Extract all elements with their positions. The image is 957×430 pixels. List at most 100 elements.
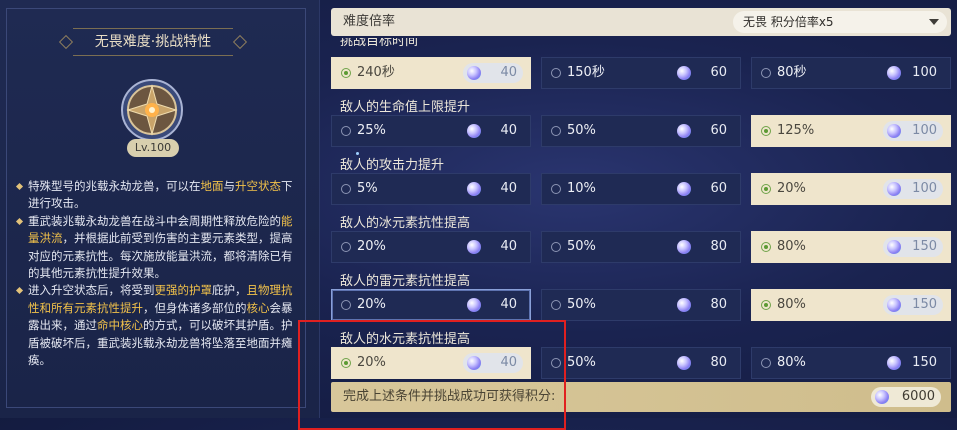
score-pill: 40 bbox=[463, 121, 523, 141]
option-label: 20% bbox=[357, 297, 386, 312]
option-label: 20% bbox=[777, 181, 806, 196]
points-gem-icon bbox=[887, 298, 901, 312]
score-pill: 80 bbox=[673, 237, 733, 257]
score-pill: 150 bbox=[883, 353, 943, 373]
option-score: 60 bbox=[710, 65, 727, 80]
option-label: 5% bbox=[357, 181, 378, 196]
points-gem-icon bbox=[887, 240, 901, 254]
option-button[interactable]: 150秒 60 bbox=[541, 57, 741, 89]
highlight-text: 地面 bbox=[200, 179, 224, 193]
total-score: 6000 bbox=[901, 389, 935, 404]
highlight-text: 升空状态 bbox=[235, 179, 281, 193]
trait-text: 与 bbox=[223, 179, 236, 193]
highlight-text: 更强的护罩 bbox=[154, 283, 213, 298]
option-label: 25% bbox=[357, 123, 386, 138]
radio-unchecked-icon bbox=[551, 126, 561, 136]
option-button[interactable]: 20% 40 bbox=[331, 231, 531, 263]
option-score: 60 bbox=[710, 123, 727, 138]
option-button[interactable]: 80秒 100 bbox=[751, 57, 951, 89]
option-label: 80% bbox=[777, 355, 806, 370]
option-score: 150 bbox=[912, 355, 937, 370]
points-gem-icon bbox=[677, 182, 691, 196]
radio-unchecked-icon bbox=[341, 126, 351, 136]
option-button[interactable]: 80% 150 bbox=[751, 347, 951, 379]
option-label: 50% bbox=[567, 355, 596, 370]
trait-text: 重武装兆载永劫龙兽在战斗中会周期性释放危险的 bbox=[28, 213, 281, 228]
radio-checked-icon bbox=[341, 68, 351, 78]
score-pill: 100 bbox=[883, 179, 943, 199]
option-button[interactable]: 50% 80 bbox=[541, 289, 741, 321]
option-score: 60 bbox=[710, 181, 727, 196]
radio-checked-icon bbox=[761, 300, 771, 310]
option-button[interactable]: 10% 60 bbox=[541, 173, 741, 205]
option-label: 50% bbox=[567, 123, 596, 138]
points-gem-icon bbox=[467, 182, 481, 196]
difficulty-bar: 难度倍率 无畏 积分倍率x5 bbox=[331, 8, 951, 36]
option-button[interactable]: 50% 60 bbox=[541, 115, 741, 147]
radio-checked-icon bbox=[761, 184, 771, 194]
score-pill: 40 bbox=[463, 295, 523, 315]
radio-unchecked-icon bbox=[551, 184, 561, 194]
level-badge: Lv.100 bbox=[127, 139, 179, 157]
option-button[interactable]: 5% 40 bbox=[331, 173, 531, 205]
section-label: 挑战目标时间 bbox=[340, 38, 418, 50]
trait-paragraph: 重武装兆载永劫龙兽在战斗中会周期性释放危险的能量洪流，并根据此前受到伤害的主要元… bbox=[16, 213, 300, 283]
points-gem-icon bbox=[677, 356, 691, 370]
points-gem-icon bbox=[887, 182, 901, 196]
points-gem-icon bbox=[677, 66, 691, 80]
option-button[interactable]: 50% 80 bbox=[541, 231, 741, 263]
score-pill: 80 bbox=[673, 353, 733, 373]
trait-panel: 无畏难度·挑战特性 Lv.100 特殊型号的兆载永劫龙兽，可以在地面与升空状态下… bbox=[0, 0, 320, 418]
points-gem-icon bbox=[467, 66, 481, 80]
option-score: 150 bbox=[912, 297, 937, 312]
radio-checked-icon bbox=[761, 242, 771, 252]
option-label: 20% bbox=[357, 239, 386, 254]
option-label: 50% bbox=[567, 297, 596, 312]
highlight-box bbox=[298, 320, 566, 430]
trait-description: 特殊型号的兆载永劫龙兽，可以在地面与升空状态下进行攻击。 重武装兆载永劫龙兽在战斗… bbox=[16, 178, 300, 369]
radio-unchecked-icon bbox=[761, 68, 771, 78]
option-button[interactable]: 125% 100 bbox=[751, 115, 951, 147]
score-pill: 100 bbox=[883, 121, 943, 141]
section-label: 敌人的生命值上限提升 bbox=[340, 100, 471, 115]
difficulty-label: 难度倍率 bbox=[343, 14, 396, 29]
radio-checked-icon bbox=[761, 126, 771, 136]
option-button[interactable]: 240秒 40 bbox=[331, 57, 531, 89]
score-pill: 150 bbox=[883, 295, 943, 315]
option-score: 100 bbox=[912, 65, 937, 80]
option-label: 80% bbox=[777, 297, 806, 312]
option-button[interactable]: 80% 150 bbox=[751, 289, 951, 321]
option-score: 40 bbox=[500, 123, 517, 138]
points-gem-icon bbox=[875, 390, 889, 404]
highlight-text: 核心 bbox=[246, 300, 270, 315]
trait-text: 进入升空状态后，将受到 bbox=[28, 283, 155, 298]
option-score: 40 bbox=[500, 239, 517, 254]
points-gem-icon bbox=[677, 124, 691, 138]
points-gem-icon bbox=[677, 298, 691, 312]
option-button[interactable]: 20% 40 bbox=[331, 289, 531, 321]
option-label: 10% bbox=[567, 181, 596, 196]
option-button[interactable]: 25% 40 bbox=[331, 115, 531, 147]
chevron-down-icon bbox=[929, 19, 939, 25]
difficulty-dropdown-value: 无畏 积分倍率x5 bbox=[743, 15, 834, 29]
option-button[interactable]: 20% 100 bbox=[751, 173, 951, 205]
points-gem-icon bbox=[887, 356, 901, 370]
score-pill: 60 bbox=[673, 121, 733, 141]
total-score-pill: 6000 bbox=[871, 387, 941, 407]
score-pill: 60 bbox=[673, 179, 733, 199]
option-button[interactable]: 50% 80 bbox=[541, 347, 741, 379]
score-pill: 40 bbox=[463, 237, 523, 257]
score-pill: 80 bbox=[673, 295, 733, 315]
option-button[interactable]: 80% 150 bbox=[751, 231, 951, 263]
option-label: 80秒 bbox=[777, 65, 807, 80]
option-label: 240秒 bbox=[357, 65, 395, 80]
section-label: 敌人的冰元素抗性提高 bbox=[340, 216, 471, 231]
option-label: 80% bbox=[777, 239, 806, 254]
section-label-text: 挑战目标时间 bbox=[340, 38, 419, 49]
radio-unchecked-icon bbox=[551, 300, 561, 310]
option-score: 80 bbox=[710, 297, 727, 312]
option-score: 40 bbox=[500, 65, 517, 80]
radio-unchecked-icon bbox=[341, 300, 351, 310]
difficulty-dropdown[interactable]: 无畏 积分倍率x5 bbox=[733, 11, 947, 33]
points-gem-icon bbox=[677, 240, 691, 254]
